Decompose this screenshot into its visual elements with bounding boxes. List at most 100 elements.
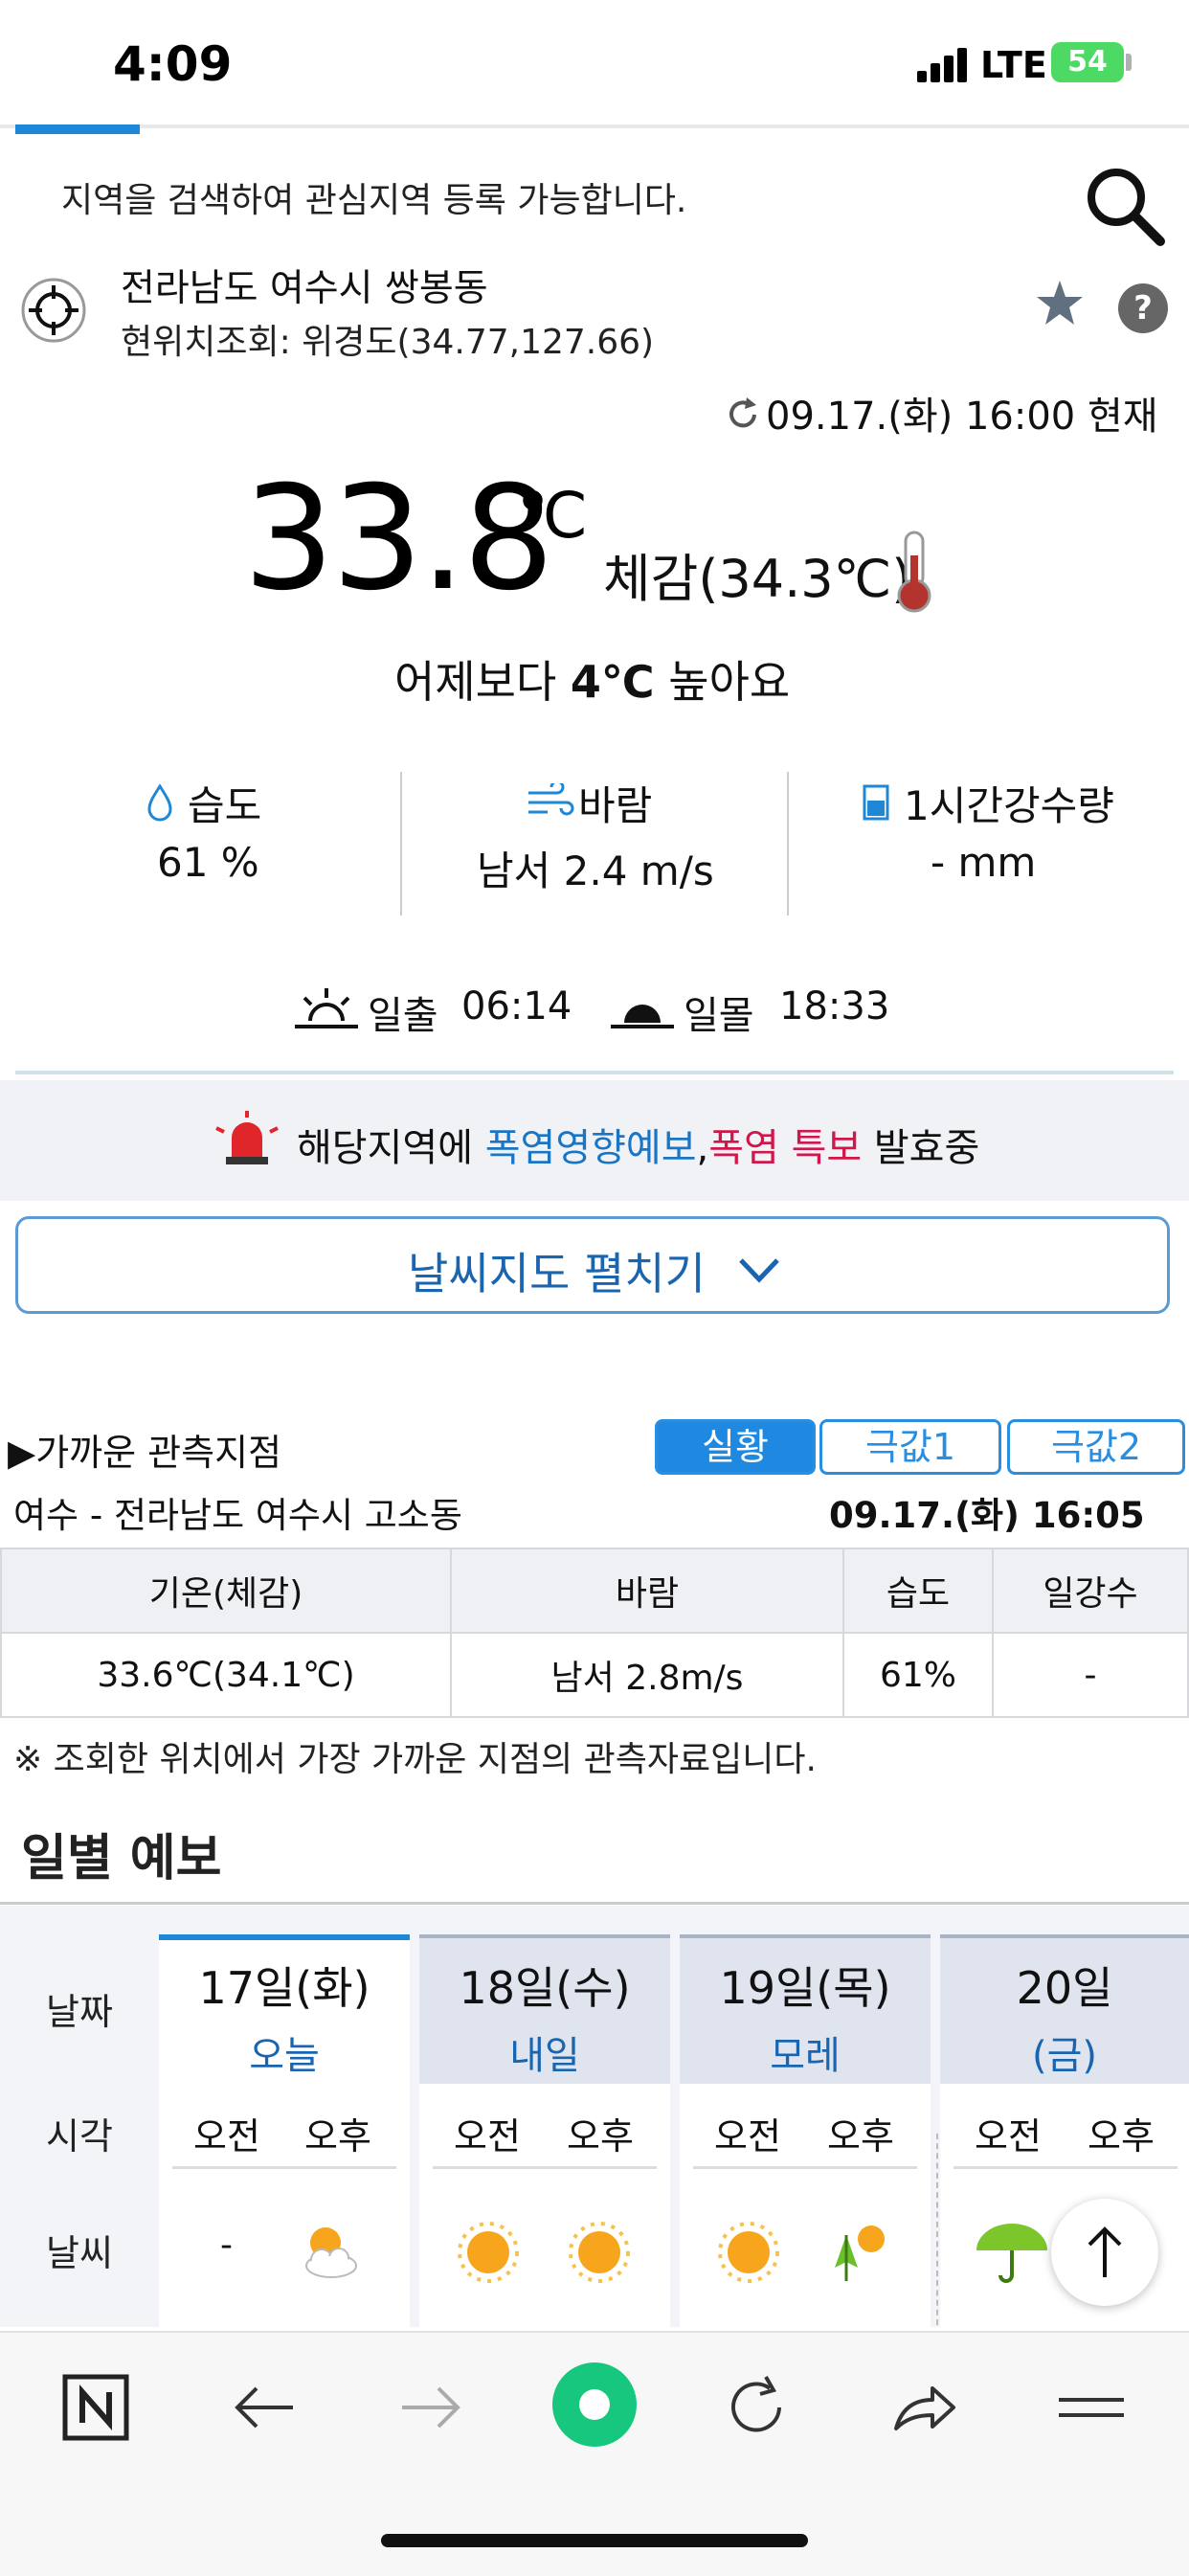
dotted-divider — [936, 2134, 938, 2325]
day-name: 19일(목) — [719, 1962, 891, 2014]
sunrise-label: 일출 — [368, 994, 438, 1038]
network-label: LTE — [980, 44, 1047, 86]
humidity-value: 61 % — [157, 839, 259, 886]
chevron-down-icon — [739, 1258, 779, 1283]
section-divider — [15, 1071, 1174, 1074]
am-label: 오전 — [454, 2115, 521, 2158]
signal-icon — [917, 48, 969, 82]
weather-map-label: 날씨지도 펼치기 — [408, 1248, 706, 1299]
day-sub: 오늘 — [249, 2034, 320, 2078]
table-cell: - — [992, 1632, 1189, 1718]
row-label-weather: 날씨 — [46, 2232, 113, 2274]
temperature-unit: ℃ — [517, 479, 589, 553]
refresh-icon[interactable] — [724, 395, 762, 434]
sunset-icon — [611, 1005, 674, 1028]
sun-cloud-icon — [305, 2227, 357, 2278]
favorite-star-icon[interactable] — [1034, 278, 1086, 329]
sun-umbrella-icon — [835, 2226, 885, 2281]
wind-value: 남서 2.4 m/s — [477, 847, 714, 894]
station-name: 여수 - 전라남도 여수시 고소동 — [13, 1495, 462, 1536]
table-header-row: 기온(체감) 바람 습도 일강수 — [0, 1548, 1189, 1634]
day-sub: (금) — [1031, 2034, 1097, 2078]
rain-label: 1시간강수량 — [904, 782, 1114, 829]
sun-icon — [458, 2222, 519, 2283]
pm-label: 오후 — [827, 2115, 894, 2158]
sunset-label: 일몰 — [684, 994, 754, 1038]
sun-icon — [569, 2222, 630, 2283]
current-location-icon[interactable] — [19, 276, 88, 345]
compare-value: 4℃ — [570, 656, 655, 708]
forward-arrow-icon[interactable] — [393, 2369, 469, 2446]
menu-icon[interactable] — [1053, 2369, 1130, 2446]
day-name: 20일 — [1016, 1962, 1113, 2014]
am-label: 오전 — [714, 2115, 781, 2158]
search-icon[interactable] — [1082, 163, 1168, 249]
day-name: 18일(수) — [459, 1962, 631, 2014]
am-label: 오전 — [975, 2115, 1042, 2158]
sun-icon — [718, 2222, 779, 2283]
column-divider — [172, 2166, 396, 2169]
feels-like: 체감(34.3℃) — [603, 549, 912, 609]
heat-warning-link[interactable]: 폭염 특보 — [708, 1126, 862, 1170]
battery-icon: 54 — [1051, 42, 1124, 82]
location-coord: 현위치조회: 위경도(34.77,127.66) — [121, 323, 655, 362]
alert-text: 해당지역에 폭염영향예보,폭염 특보 발효중 — [297, 1126, 980, 1170]
column-divider — [693, 2166, 917, 2169]
back-arrow-icon[interactable] — [226, 2369, 303, 2446]
pm-label: 오후 — [1088, 2115, 1155, 2158]
rain-gauge-icon — [863, 784, 889, 821]
green-dot-icon[interactable] — [551, 2361, 638, 2448]
daily-divider — [0, 1902, 1189, 1905]
weather-empty: - — [220, 2226, 233, 2265]
tab-extreme-2[interactable]: 극값2 — [1007, 1419, 1185, 1475]
table-cell: 61% — [842, 1632, 994, 1718]
column-header: 기온(체감) — [0, 1548, 452, 1634]
daily-forecast-title: 일별 예보 — [21, 1830, 222, 1887]
column-header: 일강수 — [992, 1548, 1189, 1634]
home-indicator — [381, 2534, 808, 2547]
naver-home-icon[interactable] — [57, 2369, 134, 2446]
tab-extreme-1[interactable]: 극값1 — [819, 1419, 1001, 1475]
day-sub: 모레 — [770, 2034, 841, 2078]
umbrella-icon — [976, 2224, 1047, 2283]
current-temperature: 33.8 — [243, 456, 554, 622]
metric-divider — [787, 772, 789, 915]
column-divider — [953, 2166, 1178, 2169]
status-time: 4:09 — [113, 36, 233, 92]
top-divider — [0, 124, 1189, 128]
sunrise-icon — [295, 988, 358, 1028]
wind-label: 바람 — [578, 782, 653, 829]
share-icon[interactable] — [886, 2369, 963, 2446]
arrow-up-icon — [1088, 2226, 1122, 2277]
metric-divider — [400, 772, 402, 915]
pm-label: 오후 — [304, 2115, 371, 2158]
location-name: 전라남도 여수시 쌍봉동 — [121, 267, 488, 310]
column-header: 바람 — [450, 1548, 844, 1634]
row-label-date: 날짜 — [46, 1991, 113, 2033]
row-label-time: 시각 — [46, 2115, 113, 2158]
scroll-top-button[interactable] — [1051, 2199, 1158, 2306]
day-sub: 내일 — [509, 2034, 580, 2078]
thermometer-icon — [897, 531, 931, 613]
search-hint[interactable]: 지역을 검색하여 관심지역 등록 가능합니다. — [61, 172, 686, 222]
observation-note: ※ 조회한 위치에서 가장 가까운 지점의 관측자료입니다. — [13, 1740, 817, 1779]
tab-indicator — [15, 124, 140, 134]
tab-current[interactable]: 실황 — [655, 1419, 816, 1475]
impact-forecast-link[interactable]: 폭염영향예보 — [485, 1126, 697, 1170]
am-label: 오전 — [193, 2115, 260, 2158]
help-icon[interactable]: ? — [1118, 283, 1168, 333]
observation-time: 09.17.(화) 16:00 현재 — [766, 395, 1158, 439]
column-divider — [433, 2166, 657, 2169]
wind-icon — [528, 783, 574, 816]
nearby-station-title: ▶가까운 관측지점 — [8, 1432, 282, 1474]
humidity-label: 습도 — [188, 782, 262, 829]
reload-icon[interactable] — [720, 2369, 796, 2446]
table-cell: 남서 2.8m/s — [450, 1632, 844, 1718]
pm-label: 오후 — [567, 2115, 634, 2158]
rain-value: - mm — [931, 839, 1037, 886]
table-row: 33.6℃(34.1℃) 남서 2.8m/s 61% - — [0, 1632, 1189, 1718]
day-name: 17일(화) — [198, 1962, 370, 2014]
battery-tip — [1126, 54, 1132, 71]
humidity-icon — [147, 783, 172, 822]
compare-yesterday: 어제보다 4℃ 높아요 — [394, 656, 791, 708]
